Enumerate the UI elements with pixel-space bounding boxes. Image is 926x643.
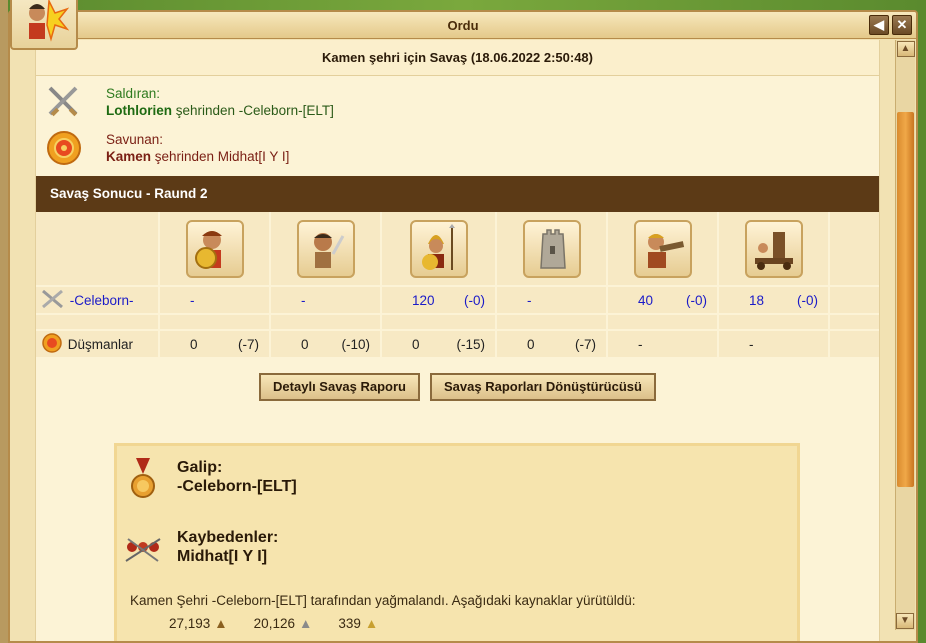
gunner-icon[interactable] bbox=[633, 219, 692, 278]
window-titlebar[interactable]: Ordu ◀ ✕ bbox=[10, 12, 916, 39]
window-title: Ordu bbox=[447, 18, 479, 33]
plundered-resources: 27,193 ▲ 20,126 ▲ 339 ▲ bbox=[169, 616, 378, 631]
catapult-icon[interactable] bbox=[744, 219, 803, 278]
attacker-row-icon bbox=[40, 289, 70, 313]
resource-wine: 339 ▲ bbox=[338, 616, 378, 631]
fallen-soldiers-icon bbox=[123, 528, 163, 572]
attacker-city[interactable]: Lothlorien bbox=[106, 103, 172, 118]
defender-info: Savunan: Kamen şehrinden Midhat[I Y I] bbox=[36, 122, 879, 168]
unit-loss: (-0) bbox=[686, 292, 707, 308]
unit-count: - bbox=[527, 292, 532, 308]
defender-unit-cell: 0 (-15) bbox=[381, 330, 497, 359]
attacker-unit-cell: - bbox=[270, 286, 382, 315]
report-converter-button[interactable]: Savaş Raporları Dönüştürücüsü bbox=[430, 373, 656, 401]
defender-unit-cell: 0 (-10) bbox=[270, 330, 382, 359]
hoplite-icon[interactable] bbox=[185, 219, 244, 278]
winner-name[interactable]: -Celeborn-[ELT] bbox=[177, 477, 297, 496]
attacker-unit-cell: 120 (-0) bbox=[381, 286, 497, 315]
defender-unit-cell: 0 (-7) bbox=[159, 330, 271, 359]
attacker-units-row: -Celeborn- - - 120 (-0) - 40 (-0) 18 (-0) bbox=[36, 286, 879, 315]
defender-unit-cell: - bbox=[718, 330, 830, 359]
unit-loss: (-7) bbox=[575, 336, 596, 352]
unit-loss: (-0) bbox=[464, 292, 485, 308]
attacker-unit-cell: - bbox=[496, 286, 608, 315]
resource-value: 20,126 bbox=[253, 616, 295, 631]
medal-icon bbox=[123, 458, 163, 502]
unit-loss: (-0) bbox=[797, 292, 818, 308]
army-window: Ordu ◀ ✕ Kamen şehri için Savaş (18.06.2… bbox=[8, 10, 918, 643]
marble-icon: ▲ bbox=[298, 616, 313, 631]
military-advisor-avatar[interactable] bbox=[10, 0, 78, 50]
resource-value: 339 bbox=[338, 616, 361, 631]
defender-units-row: Düşmanlar 0 (-7) 0 (-10) 0 (-15) 0 (-7) - - bbox=[36, 330, 879, 359]
scroll-thumb[interactable] bbox=[897, 112, 914, 487]
defender-unit-cell: 0 (-7) bbox=[496, 330, 608, 359]
scroll-down-icon[interactable]: ▼ bbox=[896, 613, 914, 629]
unit-loss: (-10) bbox=[341, 336, 370, 352]
unit-count: 0 bbox=[527, 336, 535, 352]
unit-count: 18 bbox=[749, 292, 765, 308]
defender-city[interactable]: Kamen bbox=[106, 149, 151, 164]
attacker-player: şehrinden -Celeborn-[ELT] bbox=[172, 103, 334, 118]
scroll-up-icon[interactable]: ▲ bbox=[896, 41, 915, 57]
unit-count: - bbox=[749, 336, 754, 352]
result-header: Savaş Sonucu - Raund 2 bbox=[36, 176, 879, 212]
spearman-icon[interactable] bbox=[409, 219, 468, 278]
unit-count: - bbox=[190, 292, 195, 308]
unit-count: 0 bbox=[190, 336, 198, 352]
units-table: -Celeborn- - - 120 (-0) - 40 (-0) 18 (-0) D… bbox=[36, 212, 879, 359]
unit-count: - bbox=[638, 336, 643, 352]
attacker-info: Saldıran: Lothlorien şehrinden -Celeborn… bbox=[36, 76, 879, 122]
battle-summary: Galip: -Celeborn-[ELT] Kaybedenler: Midh… bbox=[114, 443, 800, 641]
wood-icon: ▲ bbox=[214, 616, 228, 631]
unit-count: 40 bbox=[638, 292, 654, 308]
plunder-text: Kamen Şehri -Celeborn-[ELT] tarafından y… bbox=[130, 593, 636, 608]
vertical-scrollbar[interactable]: ▲ ▼ bbox=[895, 40, 915, 630]
defender-row-label: Düşmanlar bbox=[67, 336, 134, 352]
defender-unit-cell: - bbox=[607, 330, 719, 359]
report-content: Kamen şehri için Savaş (18.06.2022 2:50:… bbox=[35, 40, 880, 641]
resource-wood: 27,193 ▲ bbox=[169, 616, 228, 631]
defender-row-icon bbox=[40, 332, 68, 357]
attacker-unit-cell: 18 (-0) bbox=[718, 286, 830, 315]
resource-marble: 20,126 ▲ bbox=[254, 616, 313, 631]
attacker-unit-cell: - bbox=[159, 286, 271, 315]
unit-count: 0 bbox=[301, 336, 309, 352]
row-spacer bbox=[36, 314, 879, 331]
unit-count: - bbox=[301, 292, 306, 308]
close-button[interactable]: ✕ bbox=[892, 15, 912, 35]
unit-count: 120 bbox=[412, 292, 435, 308]
attacker-row-label[interactable]: -Celeborn- bbox=[70, 293, 134, 308]
unit-count: 0 bbox=[412, 336, 420, 352]
unit-loss: (-7) bbox=[238, 336, 259, 352]
battle-title: Kamen şehri için Savaş (18.06.2022 2:50:… bbox=[36, 40, 879, 76]
crossed-swords-icon bbox=[44, 82, 84, 122]
unit-icons-row bbox=[36, 212, 879, 287]
winner-section: Galip: -Celeborn-[ELT] bbox=[117, 446, 797, 502]
attacker-label: Saldıran: bbox=[106, 86, 161, 101]
losers-name[interactable]: Midhat[I Y I] bbox=[177, 547, 278, 566]
defender-label: Savunan: bbox=[106, 132, 164, 147]
wall-icon[interactable] bbox=[522, 219, 581, 278]
winner-label: Galip: bbox=[177, 459, 223, 476]
slinger-icon[interactable] bbox=[296, 219, 355, 278]
defender-player: şehrinden Midhat[I Y I] bbox=[151, 149, 290, 164]
background-edge bbox=[0, 0, 8, 643]
detailed-report-button[interactable]: Detaylı Savaş Raporu bbox=[259, 373, 420, 401]
losers-label: Kaybedenler: bbox=[177, 529, 279, 546]
wine-icon: ▲ bbox=[364, 616, 379, 631]
losers-section: Kaybedenler: Midhat[I Y I] bbox=[117, 502, 797, 572]
attacker-unit-cell: 40 (-0) bbox=[607, 286, 719, 315]
resource-value: 27,193 bbox=[169, 616, 211, 631]
shield-icon bbox=[44, 128, 84, 168]
unit-loss: (-15) bbox=[456, 336, 485, 352]
back-button[interactable]: ◀ bbox=[869, 15, 889, 35]
